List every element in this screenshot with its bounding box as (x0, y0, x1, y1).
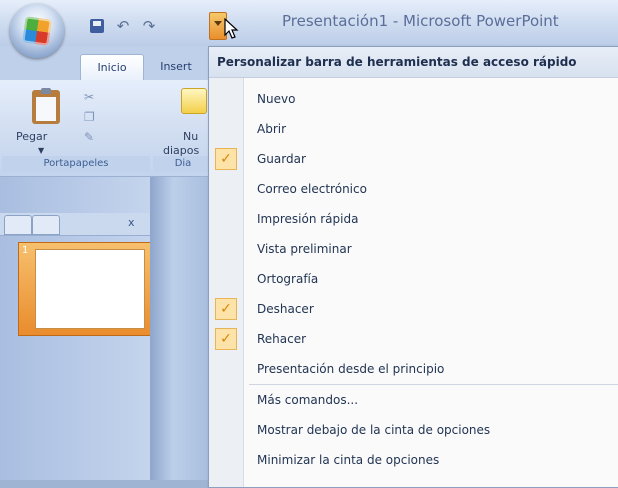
undo-icon[interactable]: ↶ (114, 17, 132, 35)
tab-insertar[interactable]: Insert (146, 54, 206, 80)
save-icon[interactable] (88, 17, 106, 35)
checkmark-icon: ✓ (215, 298, 237, 320)
mouse-cursor-icon (224, 18, 239, 39)
menu-item-label: Más comandos... (257, 393, 359, 407)
slide-thumbnail[interactable] (35, 249, 145, 329)
menu-item-label: Correo electrónico (257, 182, 367, 196)
menu-list: Nuevo Abrir ✓ Guardar Correo electrónico Impr… (209, 84, 618, 475)
menu-item-label: Abrir (257, 122, 287, 136)
paste-icon[interactable] (32, 88, 60, 124)
menu-item[interactable]: ✓ Deshacer (209, 294, 618, 324)
format-painter-icon[interactable]: ✎ (84, 130, 100, 146)
menu-item[interactable]: ✓ Guardar (209, 144, 618, 174)
office-button[interactable] (10, 4, 64, 58)
menu-item-label: Vista preliminar (257, 242, 352, 256)
slide-thumbnail-selected[interactable]: 1 (18, 242, 152, 336)
menu-item-label: Impresión rápida (257, 212, 359, 226)
group-portapapeles: Pegar ▼ ✂ ❐ ✎ Portapapeles (2, 84, 150, 172)
menu-item-label: Presentación desde el principio (257, 362, 445, 376)
window-title: Presentación1 - Microsoft PowerPoint (282, 12, 559, 30)
menu-item-label: Rehacer (257, 332, 307, 346)
menu-item[interactable]: Más comandos... (209, 385, 618, 415)
menu-item-label: Minimizar la cinta de opciones (257, 453, 440, 467)
paste-dropdown-icon[interactable]: ▼ (38, 146, 44, 155)
group-diapositivas: Nu diapos Dia (153, 84, 213, 172)
checkmark-icon: ✓ (215, 148, 237, 170)
slide-number: 1 (22, 245, 29, 256)
copy-icon[interactable]: ❐ (84, 110, 100, 126)
menu-item-label: Deshacer (257, 302, 314, 316)
slides-pane: x 1 (0, 177, 152, 480)
slides-tab-icon[interactable] (4, 215, 32, 235)
paste-button-label[interactable]: Pegar (16, 130, 47, 143)
redo-icon[interactable]: ↷ (140, 17, 158, 35)
dropdown-arrow-icon (214, 21, 222, 26)
menu-item[interactable]: Mostrar debajo de la cinta de opciones (209, 415, 618, 445)
tab-inicio[interactable]: Inicio (80, 54, 144, 81)
menu-item-label: Ortografía (257, 272, 319, 286)
menu-item[interactable]: Abrir (209, 114, 618, 144)
menu-item[interactable]: Impresión rápida (209, 204, 618, 234)
menu-item-label: Nuevo (257, 92, 296, 106)
group-label-diapositivas: Dia (153, 156, 213, 172)
menu-item[interactable]: Correo electrónico (209, 174, 618, 204)
menu-item[interactable]: Ortografía (209, 264, 618, 294)
pane-divider[interactable] (150, 177, 208, 480)
menu-item[interactable]: Minimizar la cinta de opciones (209, 445, 618, 475)
group-label-portapapeles: Portapapeles (2, 156, 150, 172)
menu-item-label: Mostrar debajo de la cinta de opciones (257, 423, 491, 437)
menu-title: Personalizar barra de herramientas de ac… (209, 47, 618, 78)
new-slide-label-line1[interactable]: Nu (183, 130, 198, 143)
menu-item[interactable]: Vista preliminar (209, 234, 618, 264)
quick-access-toolbar: ↶ ↷ (70, 14, 228, 38)
close-icon[interactable]: x (128, 216, 135, 229)
customize-qat-menu: Personalizar barra de herramientas de ac… (208, 46, 618, 488)
menu-item[interactable]: Nuevo (209, 84, 618, 114)
checkmark-icon: ✓ (215, 328, 237, 350)
new-slide-icon[interactable] (181, 88, 207, 114)
outline-tab-icon[interactable] (32, 215, 60, 235)
cut-icon[interactable]: ✂ (84, 90, 100, 106)
menu-item[interactable]: ✓ Rehacer (209, 324, 618, 354)
pane-tabs: x (0, 213, 150, 236)
menu-item-label: Guardar (257, 152, 306, 166)
menu-item[interactable]: Presentación desde el principio (209, 354, 618, 384)
office-logo-icon (22, 16, 52, 46)
title-bar: ↶ ↷ Presentación1 - Microsoft PowerPoint (0, 0, 618, 58)
